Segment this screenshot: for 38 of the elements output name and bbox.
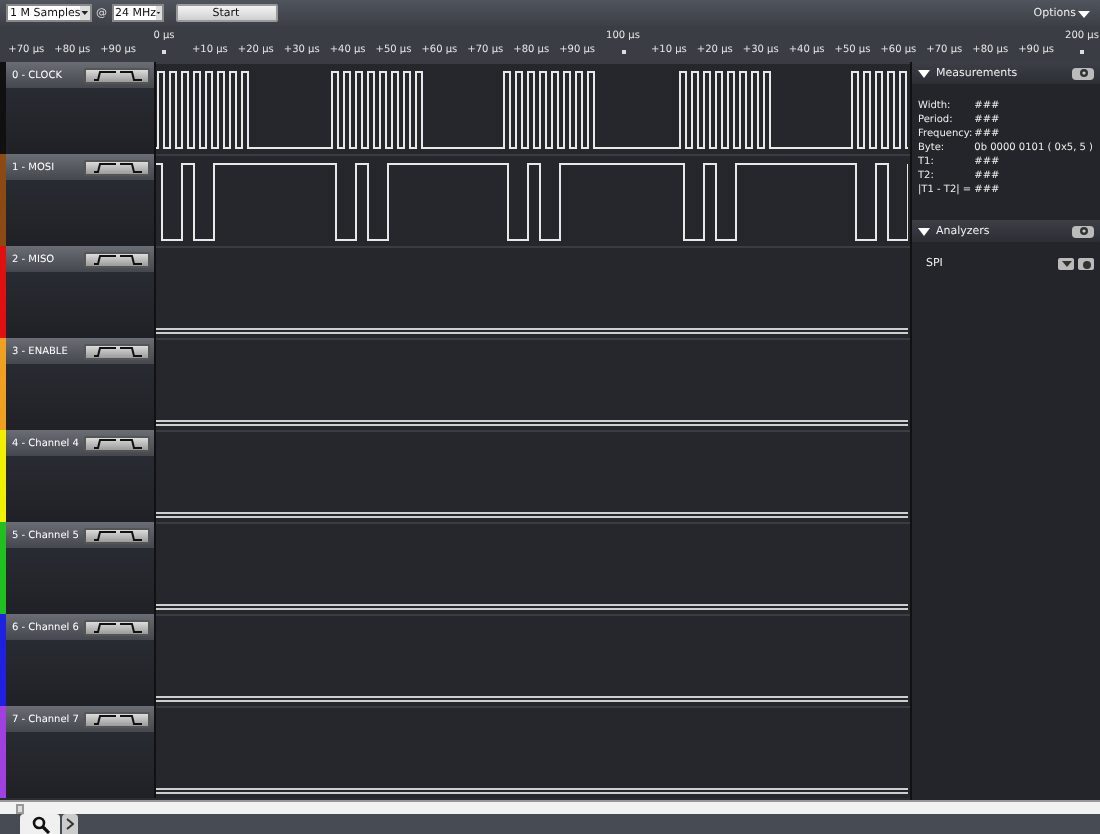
caret-icon <box>1078 7 1090 19</box>
gear-icon <box>1081 259 1091 269</box>
horizontal-scrollbar[interactable] <box>0 800 1100 814</box>
trigger-button[interactable] <box>84 619 150 635</box>
trigger-button[interactable] <box>84 67 150 83</box>
trigger-button[interactable] <box>84 251 150 267</box>
trigger-button[interactable] <box>84 159 150 175</box>
triangle-icon <box>918 67 930 79</box>
gear-icon <box>1075 68 1091 78</box>
edge-trigger-icon <box>91 713 143 725</box>
more-tab[interactable] <box>62 814 78 834</box>
settings-button[interactable] <box>1072 67 1094 79</box>
trigger-button[interactable] <box>84 435 150 451</box>
caret-icon <box>156 6 161 20</box>
search-tab[interactable] <box>20 814 60 834</box>
edge-trigger-icon <box>91 437 143 449</box>
edge-trigger-icon <box>91 621 143 633</box>
triangle-icon <box>918 225 930 237</box>
analyzer-settings-button[interactable] <box>1078 258 1094 270</box>
scroll-thumb[interactable] <box>16 803 24 813</box>
tick-mark <box>1080 50 1084 54</box>
settings-button[interactable] <box>1072 225 1094 237</box>
trigger-button[interactable] <box>84 527 150 543</box>
tick-mark <box>162 50 166 54</box>
caret-icon <box>80 6 90 20</box>
analyzer-menu-button[interactable] <box>1058 258 1074 270</box>
trigger-button[interactable] <box>84 343 150 359</box>
trigger-button[interactable] <box>84 711 150 727</box>
tick-mark <box>621 50 625 54</box>
chevron-icon <box>66 818 74 830</box>
edge-trigger-icon <box>91 345 143 357</box>
edge-trigger-icon <box>91 253 143 265</box>
edge-trigger-icon <box>91 529 143 541</box>
gear-icon <box>1075 226 1091 236</box>
edge-trigger-icon <box>91 69 143 81</box>
edge-trigger-icon <box>91 161 143 173</box>
caret-icon <box>1061 260 1071 268</box>
search-icon <box>31 815 49 833</box>
